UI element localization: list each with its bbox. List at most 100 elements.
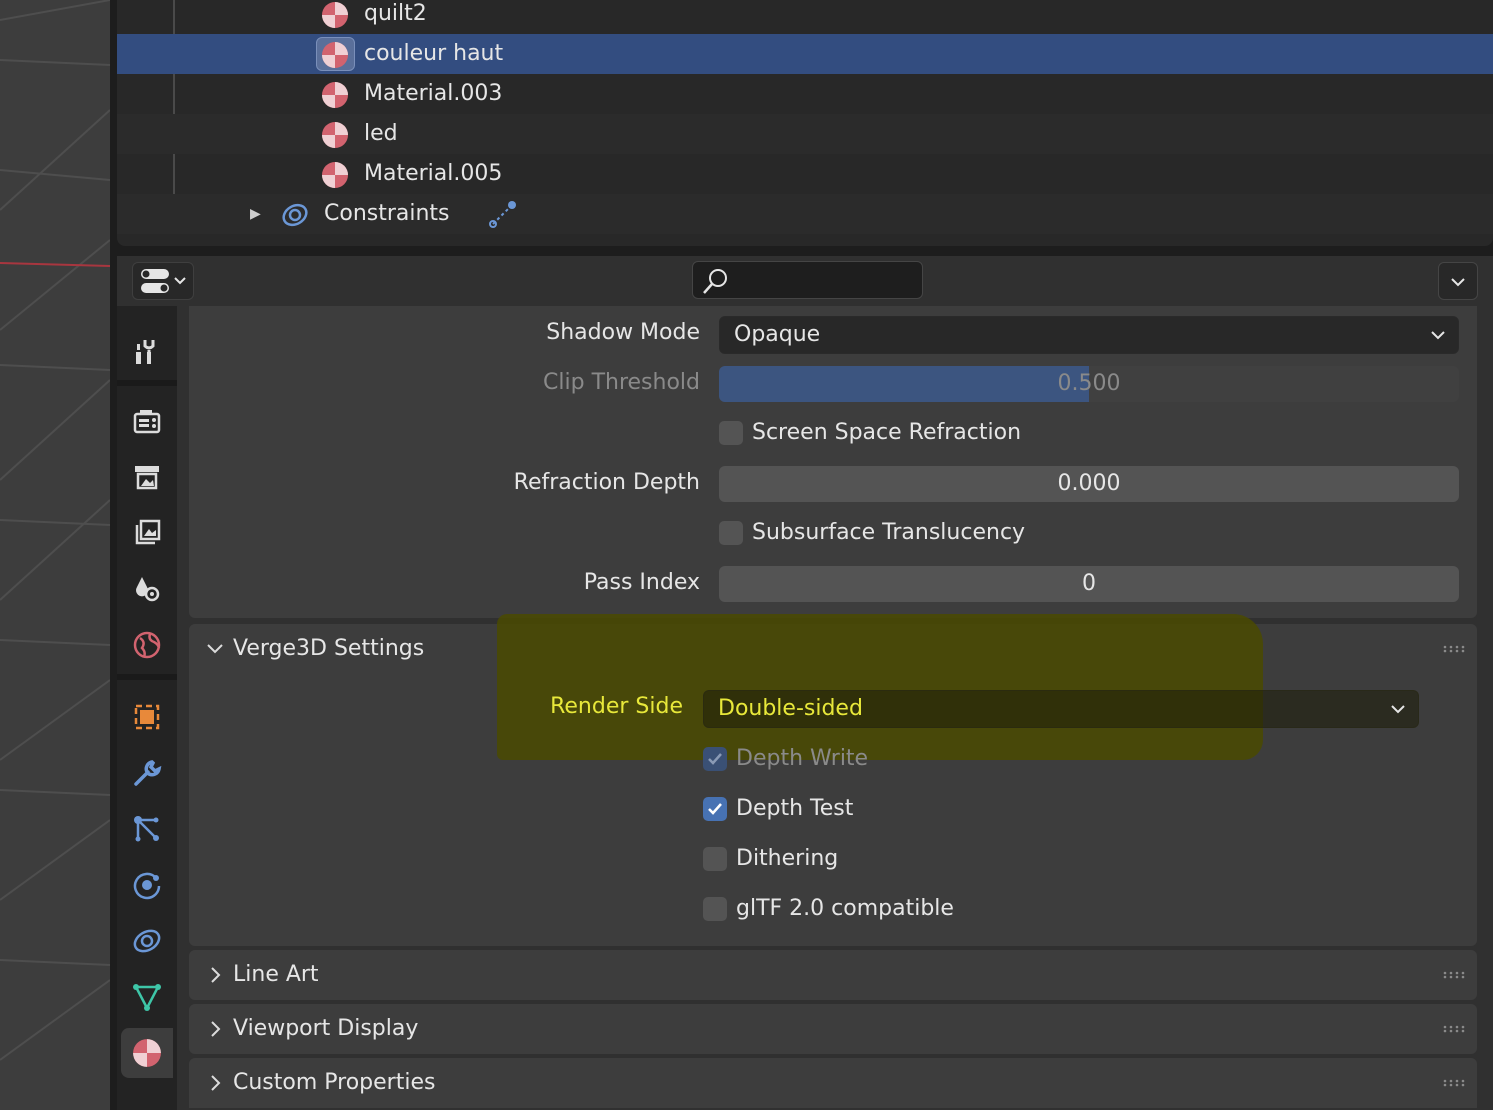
tab-object[interactable]: [121, 692, 173, 742]
search-input[interactable]: [737, 262, 917, 298]
panel-title: Custom Properties: [233, 1070, 436, 1095]
mesh-data-icon: [133, 984, 161, 1011]
world-icon: [133, 631, 161, 659]
drag-handle-icon[interactable]: [1443, 971, 1465, 979]
tab-constraints[interactable]: [121, 916, 173, 966]
properties-header: [117, 256, 1493, 306]
properties-editor-icon: [141, 269, 186, 293]
tab-data[interactable]: [121, 972, 173, 1022]
refraction-depth-label: Refraction Depth: [513, 470, 700, 495]
render-icon: [133, 410, 161, 434]
outliner-row-label: Material.005: [364, 161, 503, 186]
clip-threshold-slider[interactable]: 0.500: [719, 366, 1459, 402]
outliner-row-label: couleur haut: [364, 41, 504, 66]
tab-tool[interactable]: [121, 326, 173, 376]
checkbox-box[interactable]: [703, 747, 727, 771]
ssr-label: Screen Space Refraction: [752, 420, 1022, 445]
material-icon: [322, 122, 348, 148]
outliner-row-quilt2[interactable]: quilt2: [117, 0, 1493, 34]
scene-icon: [136, 577, 160, 602]
chevron-down-icon: [1431, 331, 1445, 340]
chevron-down-icon: [1391, 705, 1405, 714]
refraction-depth-field[interactable]: 0.000: [719, 466, 1459, 502]
physics-icon: [133, 872, 161, 900]
expand-arrow-icon[interactable]: ▶: [250, 194, 261, 234]
tab-separator: [117, 674, 177, 680]
checkbox-box[interactable]: [703, 797, 727, 821]
material-icon: [133, 1039, 161, 1067]
tab-modifiers[interactable]: [121, 748, 173, 798]
drag-handle-icon[interactable]: [1443, 645, 1465, 653]
checkbox-box[interactable]: [719, 421, 743, 445]
refraction-depth-value: 0.000: [1057, 471, 1121, 496]
clip-threshold-value: 0.500: [1057, 371, 1121, 396]
chevron-right-icon: [211, 1075, 221, 1091]
chevron-right-icon: [211, 967, 221, 983]
tab-particles[interactable]: [121, 804, 173, 854]
gltf-label: glTF 2.0 compatible: [736, 896, 954, 921]
render-side-value: Double-sided: [718, 696, 863, 721]
dithering-label: Dithering: [736, 846, 839, 871]
panel-title: Viewport Display: [233, 1016, 419, 1041]
tab-render[interactable]: [121, 396, 173, 446]
highlight-annotation: [497, 614, 1263, 760]
tool-icon: [136, 340, 155, 364]
material-icon: [322, 82, 348, 108]
line-art-panel: Line Art: [189, 950, 1477, 1000]
render-side-dropdown[interactable]: Double-sided: [703, 690, 1419, 728]
tab-view-layer[interactable]: [121, 508, 173, 558]
viewport-display-panel: Viewport Display: [189, 1004, 1477, 1054]
3d-viewport[interactable]: [0, 0, 110, 1110]
material-icon: [322, 42, 348, 68]
viewport-display-panel-header[interactable]: Viewport Display: [189, 1004, 1477, 1054]
shadow-mode-label: Shadow Mode: [546, 320, 700, 345]
view-layer-icon: [135, 519, 161, 545]
tab-separator: [117, 380, 177, 386]
pass-index-field[interactable]: 0: [719, 566, 1459, 602]
chevron-down-icon: [207, 644, 223, 654]
link-icon: [489, 201, 516, 228]
checkbox-box[interactable]: [703, 897, 727, 921]
settings-panel: Shadow Mode Opaque Clip Threshold 0.500 …: [189, 306, 1477, 618]
tab-physics[interactable]: [121, 860, 173, 910]
shadow-mode-value: Opaque: [734, 322, 821, 347]
tab-world[interactable]: [121, 620, 173, 670]
checkbox-box[interactable]: [703, 847, 727, 871]
tab-material[interactable]: [121, 1028, 173, 1078]
custom-properties-panel-header[interactable]: Custom Properties: [189, 1058, 1477, 1108]
drag-handle-icon[interactable]: [1443, 1079, 1465, 1087]
subsurface-label: Subsurface Translucency: [752, 520, 1026, 545]
checkbox-box[interactable]: [719, 521, 743, 545]
tab-scene[interactable]: [121, 564, 173, 614]
line-art-panel-header[interactable]: Line Art: [189, 950, 1477, 1000]
outliner-row-constraints[interactable]: ▶ Constraints: [117, 194, 1493, 234]
chevron-right-icon: [211, 1021, 221, 1037]
properties-tabs: [117, 306, 177, 1110]
viewport-grid: [0, 0, 110, 1061]
depth-test-label: Depth Test: [736, 796, 854, 821]
outliner-row-led[interactable]: led: [117, 114, 1493, 154]
render-side-label: Render Side: [550, 694, 683, 719]
outliner-row-label: Material.003: [364, 81, 503, 106]
drag-handle-icon[interactable]: [1443, 1025, 1465, 1033]
constraints-icon: [282, 203, 308, 227]
depth-write-label: Depth Write: [736, 746, 869, 771]
outliner-row-couleur-haut[interactable]: couleur haut: [117, 34, 1493, 74]
options-dropdown-button[interactable]: [1438, 262, 1478, 300]
clip-threshold-label: Clip Threshold: [543, 370, 700, 395]
object-icon: [134, 704, 160, 730]
material-icon: [322, 162, 348, 188]
tab-output[interactable]: [121, 452, 173, 502]
editor-type-button[interactable]: [132, 262, 194, 300]
search-box[interactable]: [692, 261, 923, 299]
shadow-mode-dropdown[interactable]: Opaque: [719, 316, 1459, 354]
outliner-row-material-005[interactable]: Material.005: [117, 154, 1493, 194]
output-icon: [135, 466, 159, 490]
custom-properties-panel: Custom Properties: [189, 1058, 1477, 1108]
outliner-row-label: quilt2: [364, 1, 427, 26]
panel-title: Verge3D Settings: [233, 636, 425, 661]
panel-title: Line Art: [233, 962, 319, 987]
checkmark-icon: [708, 753, 722, 765]
outliner-row-material-003[interactable]: Material.003: [117, 74, 1493, 114]
outliner[interactable]: quilt2 couleur haut Material.003 led Mat…: [117, 0, 1493, 246]
